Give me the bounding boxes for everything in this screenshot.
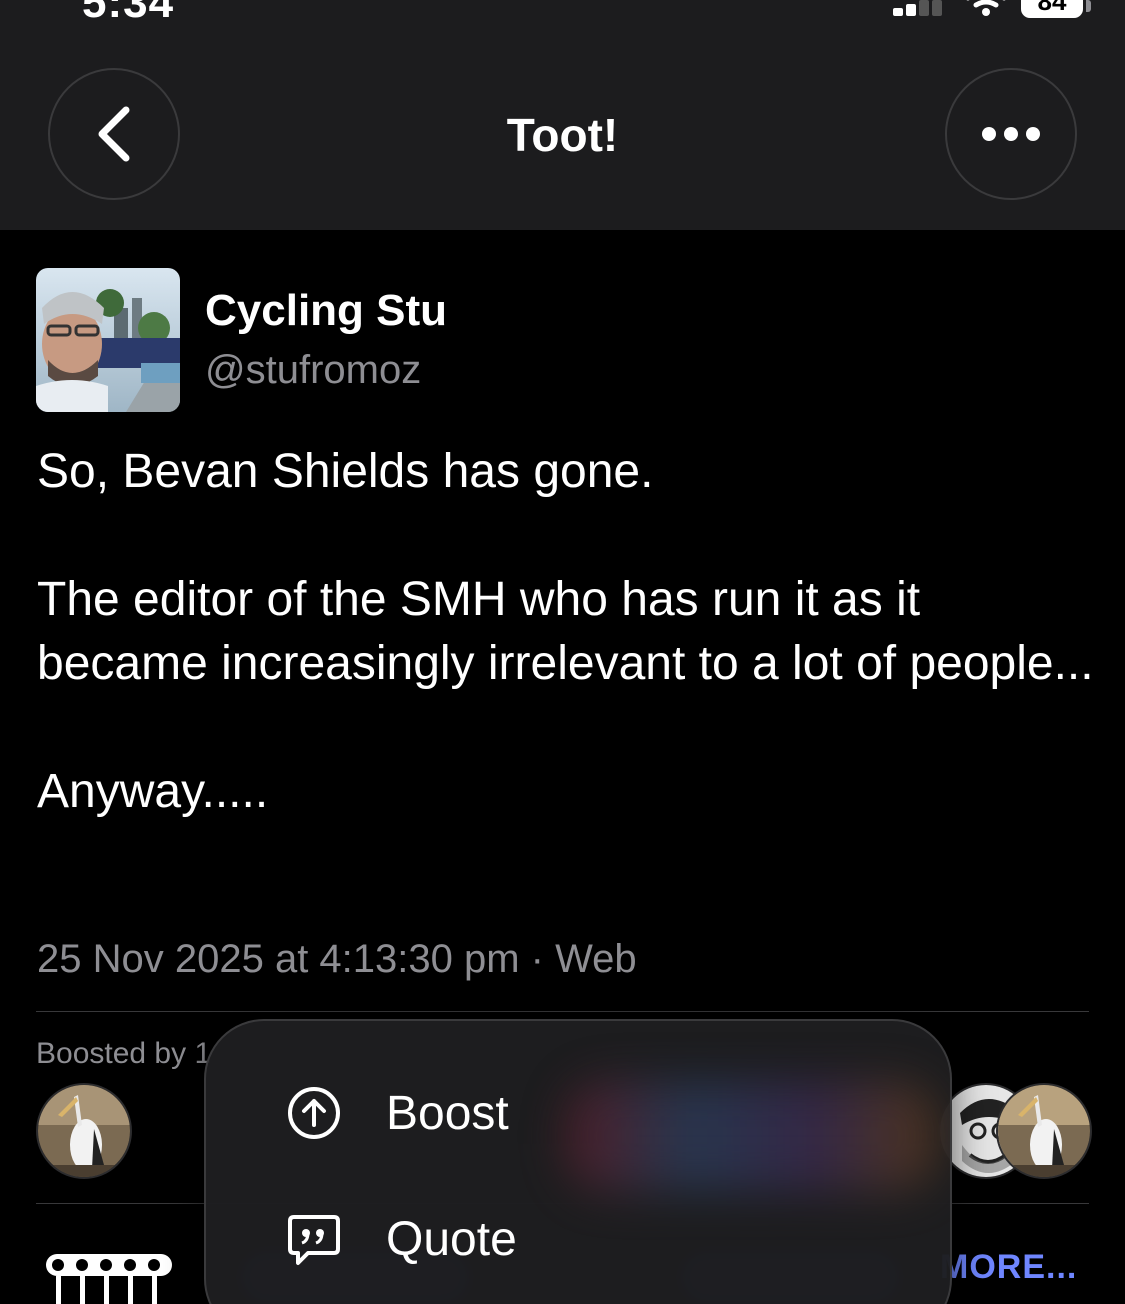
pelican-avatar-image	[38, 1085, 130, 1177]
cellular-signal-icon	[893, 0, 945, 16]
context-menu: Boost Quote	[204, 1019, 952, 1304]
post-content: So, Bevan Shields has gone. The editor o…	[37, 440, 1097, 888]
wifi-icon	[966, 0, 1006, 16]
screen: 5:34 84 Toot! Cycling Stu @stufromoz So,…	[0, 0, 1125, 1304]
menu-item-label: Quote	[386, 1212, 517, 1266]
boost-count-icon[interactable]	[44, 1248, 174, 1304]
menu-item-quote[interactable]: Quote	[206, 1179, 950, 1299]
menu-item-label: Boost	[386, 1086, 509, 1140]
status-time: 5:34	[82, 0, 175, 27]
more-link[interactable]: MORE...	[940, 1248, 1077, 1287]
author-handle[interactable]: @stufromoz	[205, 348, 421, 393]
menu-item-boost[interactable]: Boost	[206, 1053, 950, 1173]
avatar-photo	[36, 268, 180, 412]
post-paragraph: So, Bevan Shields has gone.	[37, 445, 654, 498]
booster-avatar[interactable]	[36, 1083, 132, 1179]
booster-avatar[interactable]	[996, 1083, 1092, 1179]
ellipsis-icon	[982, 127, 1040, 141]
author-avatar[interactable]	[36, 268, 180, 412]
post-timestamp: 25 Nov 2025 at 4:13:30 pm · Web	[37, 937, 637, 981]
divider	[36, 1011, 1089, 1012]
quote-bubble-icon	[288, 1215, 340, 1265]
boosted-by-label[interactable]: Boosted by 1	[36, 1037, 211, 1071]
battery-indicator: 84	[1021, 0, 1083, 18]
post-paragraph: Anyway.....	[37, 765, 269, 818]
post-paragraph: The editor of the SMH who has run it as …	[37, 573, 1094, 690]
pelican-avatar-image	[998, 1085, 1090, 1177]
author-name[interactable]: Cycling Stu	[205, 286, 447, 336]
status-bar: 5:34 84	[0, 0, 1125, 30]
navigation-bar: Toot!	[0, 30, 1125, 230]
arrow-up-circle-icon	[288, 1087, 340, 1139]
battery-tip	[1086, 0, 1091, 12]
more-options-button[interactable]	[945, 68, 1077, 200]
